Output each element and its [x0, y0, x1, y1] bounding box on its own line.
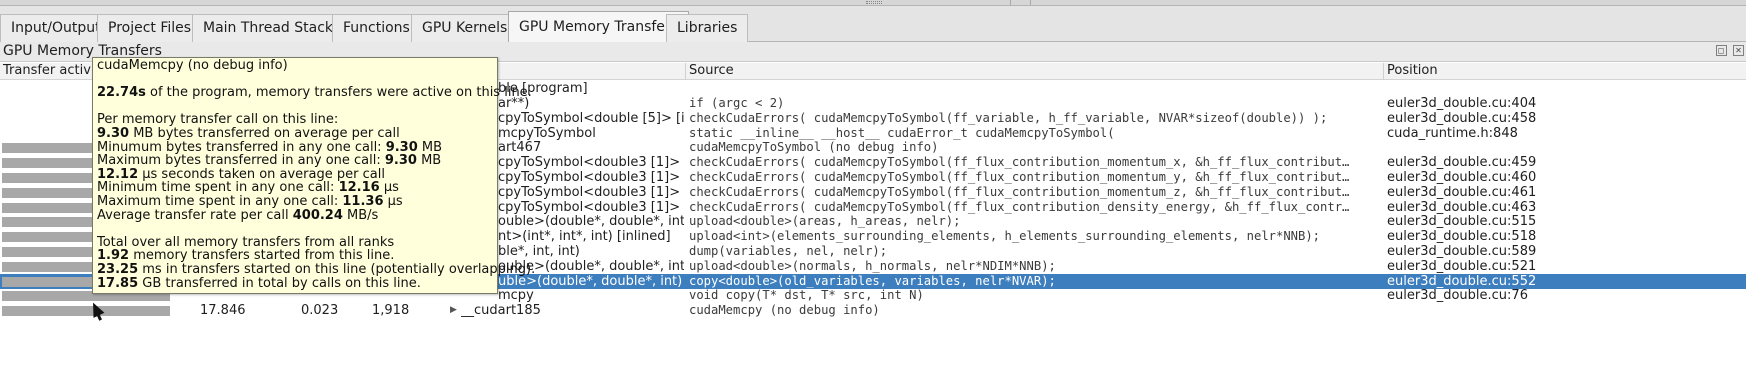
- position-cell: euler3d_double.cu:463: [1387, 200, 1537, 215]
- function-cell: ouble>(double*, double*, int): [498, 214, 684, 229]
- splitter-divider: [1030, 0, 1031, 5]
- position-cell: euler3d_double.cu:515: [1387, 214, 1537, 229]
- tooltip-unit: MB/s: [342, 207, 379, 223]
- column-header-position[interactable]: Position: [1383, 63, 1746, 80]
- tooltip-text: of the program, memory transfers were ac…: [145, 85, 532, 101]
- function-cell: cpyToSymbol<double3 [1]> [...: [498, 200, 684, 215]
- transfer-activity-bar: [2, 306, 170, 316]
- tab-functions[interactable]: Functions: [332, 14, 421, 42]
- tab-main-thread-stacks[interactable]: Main Thread Stacks: [192, 14, 352, 42]
- source-cell: static __inline__ __host__ cudaError_t c…: [689, 126, 1115, 140]
- function-cell: ble*, int, int): [498, 244, 580, 259]
- tooltip-max-time: Maximum time spent in any one call: 11.3…: [97, 195, 493, 209]
- position-cell: euler3d_double.cu:518: [1387, 229, 1537, 244]
- tooltip-total-gb: 17.85 GB transferred in total by calls o…: [97, 275, 493, 291]
- function-cell: mcpyToSymbol: [498, 126, 596, 141]
- source-cell: if (argc < 2): [689, 96, 785, 110]
- tooltip-value: 22.74s: [97, 85, 146, 101]
- calls-cell: 1,918: [372, 303, 410, 318]
- percent-cell: 0.023: [301, 303, 339, 318]
- tooltip-unit: µs: [383, 193, 403, 209]
- tooltip-avg-time: 12.12 µs seconds taken on average per ca…: [97, 167, 493, 182]
- source-cell: cudaMemcpy (no debug info): [689, 303, 880, 317]
- source-cell: checkCudaErrors( cudaMemcpyToSymbol(ff_f…: [689, 200, 1350, 214]
- source-cell: checkCudaErrors( cudaMemcpyToSymbol(ff_f…: [689, 170, 1350, 184]
- position-cell: euler3d_double.cu:521: [1387, 259, 1537, 274]
- expand-arrow-icon[interactable]: ▶: [450, 303, 457, 318]
- tooltip-min-bytes: Minumum bytes transferred in any one cal…: [97, 140, 493, 155]
- position-cell: euler3d_double.cu:589: [1387, 244, 1537, 259]
- tooltip-per-call-heading: Per memory transfer call on this line:: [97, 112, 339, 128]
- source-cell: void copy(T* dst, T* src, int N): [689, 288, 924, 302]
- memory-transfer-tooltip: cudaMemcpy (no debug info) 22.74s of the…: [92, 57, 535, 294]
- source-cell: copy<double>(old_variables, variables, n…: [689, 274, 1056, 288]
- position-cell: euler3d_double.cu:458: [1387, 111, 1537, 126]
- function-cell: mcpy: [498, 288, 534, 303]
- function-cell: cpyToSymbol<double3 [1]> [...: [498, 155, 684, 170]
- column-header-transfer-activity[interactable]: Transfer activity: [0, 63, 107, 80]
- position-cell: euler3d_double.cu:404: [1387, 96, 1537, 111]
- tooltip-value: 9.30: [384, 153, 417, 169]
- position-cell: euler3d_double.cu:552: [1387, 274, 1537, 289]
- tooltip-min-time: Minimum time spent in any one call: 12.1…: [97, 181, 493, 195]
- tab-gpu-memory-transfers[interactable]: GPU Memory Transfers: [508, 11, 689, 43]
- tooltip-value: 17.85: [97, 275, 139, 291]
- tooltip-total-started: 1.92 memory transfers started from this …: [97, 249, 493, 263]
- tab-input-output[interactable]: Input/Output: [0, 14, 112, 42]
- tooltip-total-ms: 23.25 ms in transfers started on this li…: [97, 263, 535, 277]
- close-panel-icon[interactable]: ✕: [1733, 45, 1744, 56]
- time-cell: 17.846: [200, 303, 246, 318]
- tooltip-text: Average transfer rate per call: [97, 207, 293, 223]
- function-cell: cpyToSymbol<double3 [1]> [...: [498, 185, 684, 200]
- splitter-grip[interactable]: [866, 1, 882, 4]
- source-cell: checkCudaErrors( cudaMemcpyToSymbol(ff_f…: [689, 155, 1350, 169]
- source-cell: upload<double>(normals, h_normals, nelr*…: [689, 259, 1056, 273]
- tab-libraries[interactable]: Libraries: [666, 14, 749, 42]
- tab-bar: Input/Output Project Files Main Thread S…: [0, 6, 1746, 43]
- column-header-source[interactable]: Source: [685, 63, 1383, 80]
- function-cell: nt>(int*, int*, int) [inlined]: [498, 229, 671, 244]
- tooltip-total-heading: Total over all memory transfers from all…: [97, 234, 395, 250]
- tooltip-max-bytes: Maximum bytes transferred in any one cal…: [97, 154, 493, 168]
- tooltip-avg-bytes: 9.30 MB bytes transferred on average per…: [97, 127, 493, 141]
- tooltip-avg-rate: Average transfer rate per call 400.24 MB…: [97, 207, 493, 223]
- function-cell: cpyToSymbol<double [5]> [i...: [498, 111, 684, 126]
- function-cell: __cudart185: [461, 303, 541, 318]
- source-cell: upload<double>(areas, h_areas, nelr);: [689, 214, 961, 228]
- tooltip-text: GB transferred in total by calls on this…: [138, 275, 421, 291]
- source-cell: checkCudaErrors( cudaMemcpyToSymbol(ff_f…: [689, 185, 1350, 199]
- float-panel-icon[interactable]: ◻: [1715, 45, 1727, 56]
- function-cell: cpyToSymbol<double3 [1]> [...: [498, 170, 684, 185]
- tooltip-active-line: 22.74s of the program, memory transfers …: [97, 85, 532, 101]
- tooltip-title: cudaMemcpy (no debug info): [97, 58, 288, 73]
- source-cell: cudaMemcpyToSymbol (no debug info): [689, 140, 939, 154]
- position-cell: euler3d_double.cu:459: [1387, 155, 1537, 170]
- position-cell: euler3d_double.cu:460: [1387, 170, 1537, 185]
- table-row[interactable]: 17.846 0.023 1,918 ▶ __cudart185 cudaMem…: [0, 303, 1746, 318]
- tooltip-unit: MB: [416, 153, 442, 169]
- source-cell: dump(variables, nel, nelr);: [689, 244, 888, 258]
- tooltip-value: 400.24: [292, 207, 343, 223]
- tab-gpu-kernels[interactable]: GPU Kernels: [411, 14, 519, 42]
- position-cell: euler3d_double.cu:76: [1387, 288, 1528, 303]
- source-cell: upload<int>(elements_surrounding_element…: [689, 229, 1321, 243]
- position-cell: euler3d_double.cu:461: [1387, 185, 1537, 200]
- splitter-divider: [1010, 0, 1011, 5]
- source-cell: checkCudaErrors( cudaMemcpyToSymbol(ff_v…: [689, 111, 1328, 125]
- tab-project-files[interactable]: Project Files: [97, 14, 203, 42]
- function-cell: art467: [498, 140, 542, 155]
- position-cell: cuda_runtime.h:848: [1387, 126, 1518, 141]
